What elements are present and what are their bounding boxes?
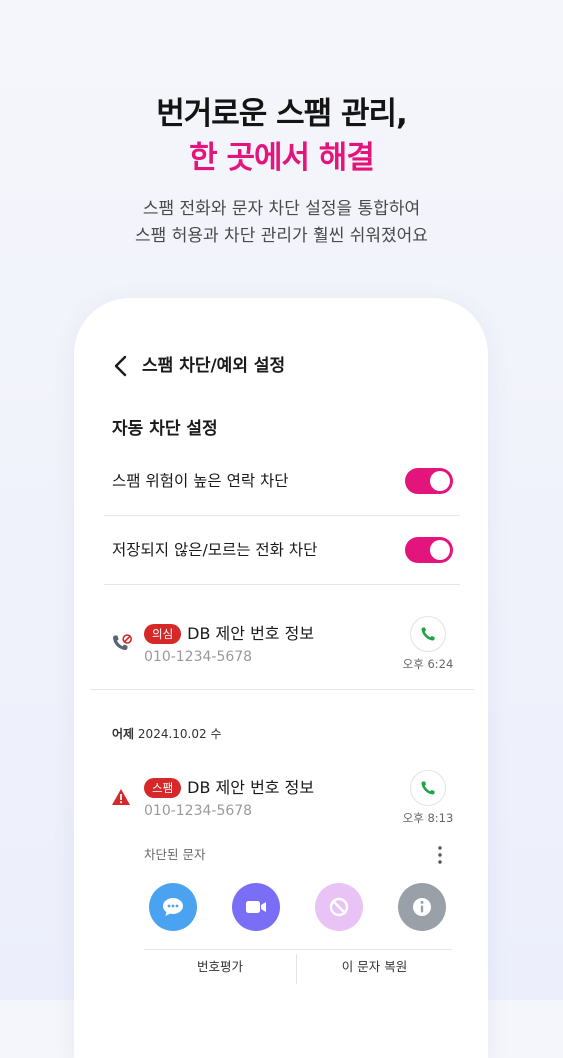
hero-title-line2: 한 곳에서 해결	[189, 140, 375, 176]
phone-icon	[421, 627, 435, 641]
date-header-date: 2024.10.02 수	[137, 727, 222, 741]
video-action-button[interactable]	[232, 883, 280, 931]
call-item-name: DB 제안 번호 정보	[187, 624, 315, 643]
call-item-title-row[interactable]: 의심 DB 제안 번호 정보	[144, 623, 314, 645]
phone-icon	[421, 781, 435, 795]
call-button[interactable]	[410, 616, 446, 652]
hero-title-line1: 번거로운 스팸 관리,	[156, 96, 408, 132]
divider	[104, 584, 460, 585]
message-item-number: 010-1234-5678	[144, 803, 253, 819]
divider	[104, 515, 460, 516]
screen-title: 스팸 차단/예외 설정	[142, 356, 286, 376]
video-camera-icon	[246, 901, 266, 913]
blocked-call-icon	[113, 634, 133, 650]
call-item-number: 010-1234-5678	[144, 649, 253, 665]
hero-subtitle: 스팸 전화와 문자 차단 설정을 통합하여 스팸 허용과 차단 관리가 훨씬 쉬…	[0, 196, 563, 250]
info-action-button[interactable]	[398, 883, 446, 931]
call-button[interactable]	[410, 770, 446, 806]
auto-block-heading: 자동 차단 설정	[112, 419, 218, 439]
hero-subtitle-line2: 스팸 허용과 차단 관리가 훨씬 쉬워졌어요	[135, 226, 428, 246]
setting-label-spam-risk: 스팸 위험이 높은 연락 차단	[112, 472, 289, 490]
date-header-label: 어제	[112, 727, 135, 741]
message-item-time: 오후 8:13	[402, 811, 454, 825]
suspect-badge: 의심	[144, 624, 182, 644]
setting-label-unknown-call: 저장되지 않은/모르는 전화 차단	[112, 541, 318, 559]
block-icon	[329, 897, 349, 917]
rate-number-button[interactable]: 번호평가	[144, 950, 296, 984]
toggle-unknown-call[interactable]	[405, 537, 453, 563]
chat-bubble-icon	[163, 898, 183, 916]
message-action-button[interactable]	[149, 883, 197, 931]
blocked-message-label: 차단된 문자	[144, 847, 206, 862]
call-item-time: 오후 6:24	[402, 657, 454, 671]
block-action-button[interactable]	[315, 883, 363, 931]
restore-message-button[interactable]: 이 문자 복원	[297, 950, 452, 984]
toggle-spam-risk[interactable]	[405, 468, 453, 494]
divider	[90, 689, 474, 690]
date-header: 어제 2024.10.02 수	[112, 725, 221, 743]
more-vertical-icon[interactable]	[432, 845, 448, 865]
message-item-name: DB 제안 번호 정보	[187, 778, 315, 797]
chevron-left-icon[interactable]	[112, 354, 130, 378]
spam-badge: 스팸	[144, 778, 182, 798]
message-item-title-row[interactable]: 스팸 DB 제안 번호 정보	[144, 777, 314, 799]
info-icon	[413, 898, 431, 916]
warning-triangle-icon	[112, 789, 130, 805]
phone-screen: 스팸 차단/예외 설정 자동 차단 설정 스팸 위험이 높은 연락 차단 저장되…	[74, 298, 488, 1058]
hero-section: 번거로운 스팸 관리, 한 곳에서 해결 스팸 전화와 문자 차단 설정을 통합…	[0, 92, 563, 250]
hero-subtitle-line1: 스팸 전화와 문자 차단 설정을 통합하여	[142, 199, 421, 219]
